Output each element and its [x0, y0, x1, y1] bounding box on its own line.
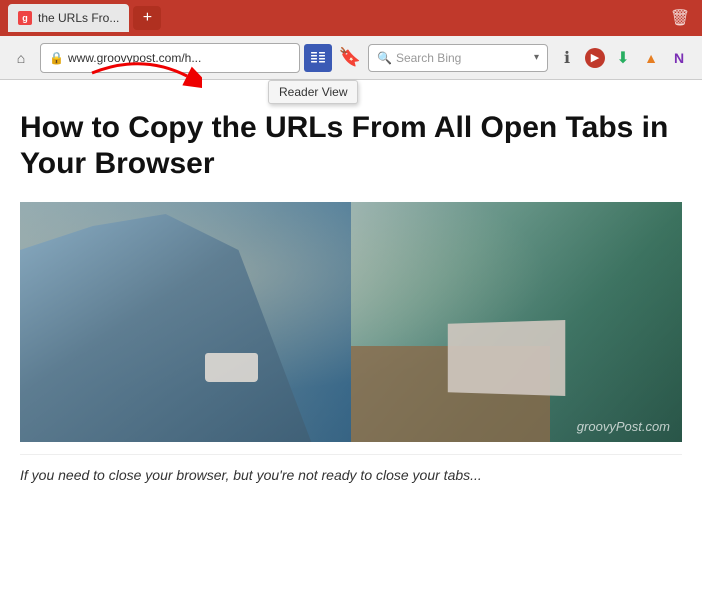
annotation-arrow — [82, 48, 202, 103]
close-window-button[interactable]: 🗑 — [668, 6, 692, 30]
image-laptop — [447, 320, 565, 396]
search-icon: 🔍 — [377, 51, 392, 65]
reader-view-button[interactable] — [304, 44, 332, 72]
info-button[interactable]: ℹ — [556, 47, 578, 69]
browser-tab[interactable]: g the URLs Fro... — [8, 4, 129, 32]
drive-button[interactable]: ▲ — [640, 47, 662, 69]
title-bar: g the URLs Fro... + 🗑 — [0, 0, 702, 36]
tab-title: the URLs Fro... — [38, 11, 119, 25]
search-placeholder: Search Bing — [396, 51, 530, 65]
bookmark-button[interactable]: 🔖 — [336, 44, 364, 72]
home-button[interactable]: ⌂ — [6, 43, 36, 73]
download-button[interactable]: ⬇ — [612, 47, 634, 69]
article-image: groovyPost.com — [20, 202, 682, 442]
search-dropdown-icon[interactable]: ▾ — [534, 52, 539, 63]
play-icon: ▶ — [585, 48, 605, 68]
onenote-icon: N — [674, 50, 684, 66]
article-title: How to Copy the URLs From All Open Tabs … — [20, 110, 682, 182]
media-button[interactable]: ▶ — [584, 47, 606, 69]
new-tab-icon: + — [143, 9, 152, 27]
lock-icon: 🔒 — [49, 51, 64, 65]
tab-favicon: g — [18, 11, 32, 25]
bookmark-icon: 🔖 — [339, 47, 361, 68]
trash-icon: 🗑 — [670, 8, 690, 28]
download-icon: ⬇ — [616, 48, 629, 68]
tooltip-text: Reader View — [279, 85, 347, 99]
info-icon: ℹ — [564, 48, 570, 68]
page-content: How to Copy the URLs From All Open Tabs … — [0, 80, 702, 506]
drive-icon: ▲ — [644, 50, 658, 66]
watermark-text: groovyPost.com — [577, 419, 670, 434]
onenote-button[interactable]: N — [668, 47, 690, 69]
search-bar[interactable]: 🔍 Search Bing ▾ — [368, 44, 548, 72]
reader-view-icon — [310, 50, 326, 66]
new-tab-button[interactable]: + — [133, 6, 161, 30]
reader-view-tooltip: Reader View — [268, 80, 358, 104]
toolbar-icons: ℹ ▶ ⬇ ▲ N — [556, 47, 690, 69]
article-footer-text: If you need to close your browser, but y… — [20, 454, 682, 486]
image-cup — [205, 353, 258, 382]
